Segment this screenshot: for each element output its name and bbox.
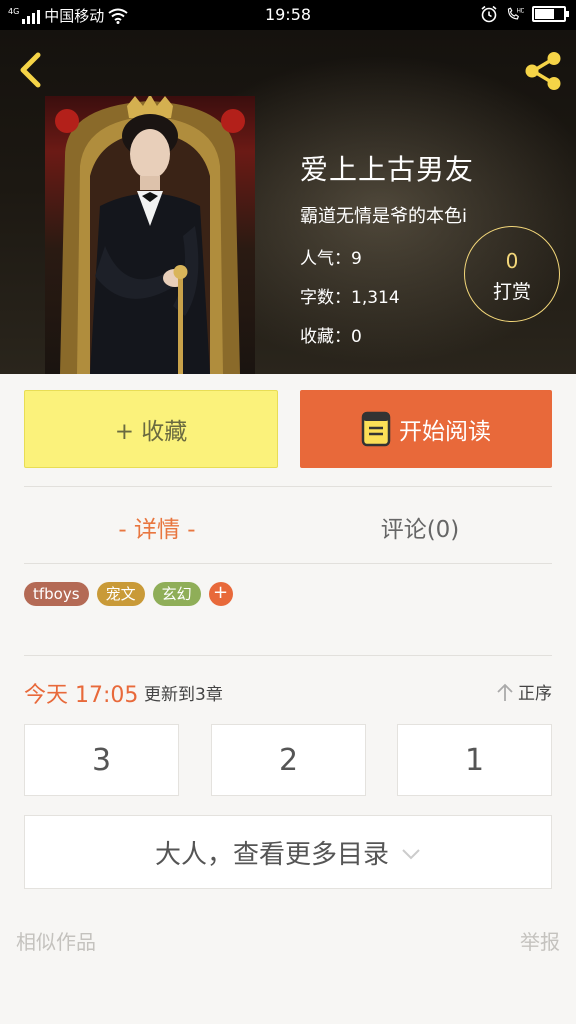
divider: [24, 486, 552, 487]
hd-call-icon: HD: [507, 7, 524, 20]
popularity-stat: 人气：9: [300, 249, 362, 269]
word-count-stat: 字数：1,314: [300, 288, 400, 308]
chapter-item[interactable]: 1: [397, 724, 552, 796]
book-header: 爱上上古男友 霸道无情是爷的本色i 人气：9 字数：1,314 收藏：0 0 打…: [0, 30, 576, 374]
share-icon[interactable]: [520, 48, 566, 94]
report-link[interactable]: 举报: [520, 926, 560, 955]
divider: [24, 655, 552, 656]
book-title: 爱上上古男友: [300, 153, 475, 186]
book-cover-image: [45, 96, 255, 374]
tag-chip[interactable]: 玄幻: [152, 582, 201, 606]
reward-count: 0: [505, 249, 519, 273]
chapter-item[interactable]: 2: [211, 724, 366, 796]
tab-details[interactable]: - 详情 -: [0, 510, 314, 544]
back-arrow-icon[interactable]: [14, 50, 46, 90]
status-bar-right: HD: [480, 5, 569, 23]
chevron-down-icon: [402, 849, 420, 860]
similar-works-heading: 相似作品: [16, 930, 96, 954]
hd-badge: HD: [517, 8, 524, 14]
more-chapters-button[interactable]: 大人，查看更多目录: [24, 815, 552, 889]
divider: [24, 563, 552, 564]
add-tag-button[interactable]: +: [208, 582, 233, 606]
tag-list: tfboys 宠文 玄幻 +: [24, 582, 233, 606]
more-chapters-label: 大人，查看更多目录: [154, 839, 389, 870]
start-reading-button[interactable]: 开始阅读: [300, 390, 552, 468]
update-note: 更新到3章: [144, 685, 223, 705]
status-bar: 4G 中国移动 19:58 HD: [0, 0, 576, 30]
book-subtitle: 霸道无情是爷的本色i: [300, 206, 468, 227]
collect-button-label: + 收藏: [114, 419, 188, 445]
chapter-item[interactable]: 3: [24, 724, 179, 796]
start-reading-label: 开始阅读: [399, 419, 491, 445]
book-info: 爱上上古男友 霸道无情是爷的本色i 人气：9 字数：1,314 收藏：0: [300, 148, 474, 361]
reward-label: 打赏: [492, 281, 531, 303]
arrow-up-icon: [497, 683, 513, 701]
book-icon: [361, 411, 391, 447]
collect-button[interactable]: + 收藏: [24, 390, 278, 468]
tag-chip[interactable]: 宠文: [96, 582, 145, 606]
update-time: 今天 17:05: [24, 683, 139, 708]
reward-button[interactable]: 0 打赏: [464, 226, 560, 322]
sort-order-button[interactable]: 正序: [496, 679, 552, 704]
favorites-stat: 收藏：0: [300, 327, 362, 347]
alarm-icon: [481, 5, 497, 23]
battery-icon: [532, 6, 569, 22]
tag-chip[interactable]: tfboys: [24, 582, 89, 606]
sort-order-label: 正序: [518, 684, 552, 704]
tab-comments[interactable]: 评论(0): [272, 510, 568, 544]
